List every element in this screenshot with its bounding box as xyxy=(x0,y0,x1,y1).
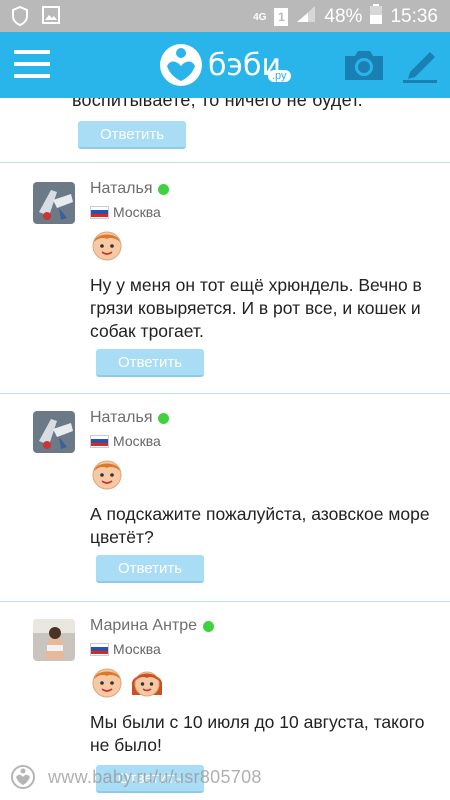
children-icons xyxy=(90,665,164,699)
logo-domain: .ру xyxy=(268,70,291,82)
online-indicator xyxy=(158,183,170,195)
author-name-text: Наталья xyxy=(90,409,153,426)
author-location: Москва xyxy=(90,204,161,220)
status-bar: 4G 1 48% 15:36 xyxy=(0,0,450,32)
online-indicator xyxy=(158,412,170,424)
city: Москва xyxy=(113,641,161,657)
boy-face-icon xyxy=(92,460,122,490)
avatar[interactable] xyxy=(33,411,75,453)
camera-icon[interactable] xyxy=(342,48,386,87)
babyru-watermark-icon xyxy=(11,765,35,789)
hamburger-menu-icon[interactable] xyxy=(14,50,50,80)
comment-text: А подскажите пожалуйста, азовское море ц… xyxy=(90,504,430,547)
city: Москва xyxy=(113,204,161,220)
babyru-logo-icon xyxy=(160,44,202,86)
russia-flag-icon xyxy=(90,205,109,219)
author-name[interactable]: Наталья xyxy=(90,409,170,427)
author-name-text: Наталья xyxy=(90,180,153,197)
shield-icon xyxy=(12,5,28,31)
previous-comment-fragment: воспитываете, то ничего не будет. Ответи… xyxy=(0,98,450,164)
reply-button[interactable]: Ответить xyxy=(96,555,204,583)
author-location: Москва xyxy=(90,641,161,657)
author-name-text: Марина Антре xyxy=(90,617,198,634)
reply-button[interactable]: Ответить xyxy=(78,121,186,149)
clock: 15:36 xyxy=(390,6,438,27)
comment-item: Наталья Москва Ну у меня он тот ещё хрюн… xyxy=(0,162,450,392)
network-type: 4G xyxy=(253,11,267,23)
image-icon xyxy=(42,6,60,31)
girl-face-icon xyxy=(131,671,163,697)
sim-icon: 1 xyxy=(274,8,289,26)
children-icons xyxy=(90,228,124,262)
boy-face-icon xyxy=(92,668,122,698)
watermark-text: www.baby.ru/u/usr805708 xyxy=(48,766,262,787)
author-location: Москва xyxy=(90,433,161,449)
children-icons xyxy=(90,457,124,491)
avatar[interactable] xyxy=(33,182,75,224)
comment-text: Ну у меня он тот ещё хрюндель. Вечно в г… xyxy=(90,275,422,341)
reply-button[interactable]: Ответить xyxy=(96,349,204,377)
russia-flag-icon xyxy=(90,434,109,448)
author-name[interactable]: Наталья xyxy=(90,180,170,198)
signal-icon xyxy=(296,5,316,29)
app-header: бэби .ру xyxy=(0,32,450,98)
comment-text: воспитываете, то ничего не будет. xyxy=(72,98,363,110)
russia-flag-icon xyxy=(90,642,109,656)
avatar[interactable] xyxy=(33,619,75,661)
watermark: www.baby.ru/u/usr805708 xyxy=(10,764,262,790)
online-indicator xyxy=(203,620,215,632)
city: Москва xyxy=(113,433,161,449)
battery-icon xyxy=(370,4,383,30)
edit-pencil-icon[interactable] xyxy=(400,46,440,89)
author-name[interactable]: Марина Антре xyxy=(90,617,215,635)
comment-text: Мы были с 10 июля до 10 августа, такого … xyxy=(90,712,425,755)
babyru-logo[interactable]: бэби .ру xyxy=(158,42,291,88)
boy-face-icon xyxy=(92,231,122,261)
comments-feed[interactable]: воспитываете, то ничего не будет. Ответи… xyxy=(0,98,450,800)
comment-item: Наталья Москва А подскажите пожалуйста, … xyxy=(0,393,450,601)
battery-percent: 48% xyxy=(324,6,363,27)
